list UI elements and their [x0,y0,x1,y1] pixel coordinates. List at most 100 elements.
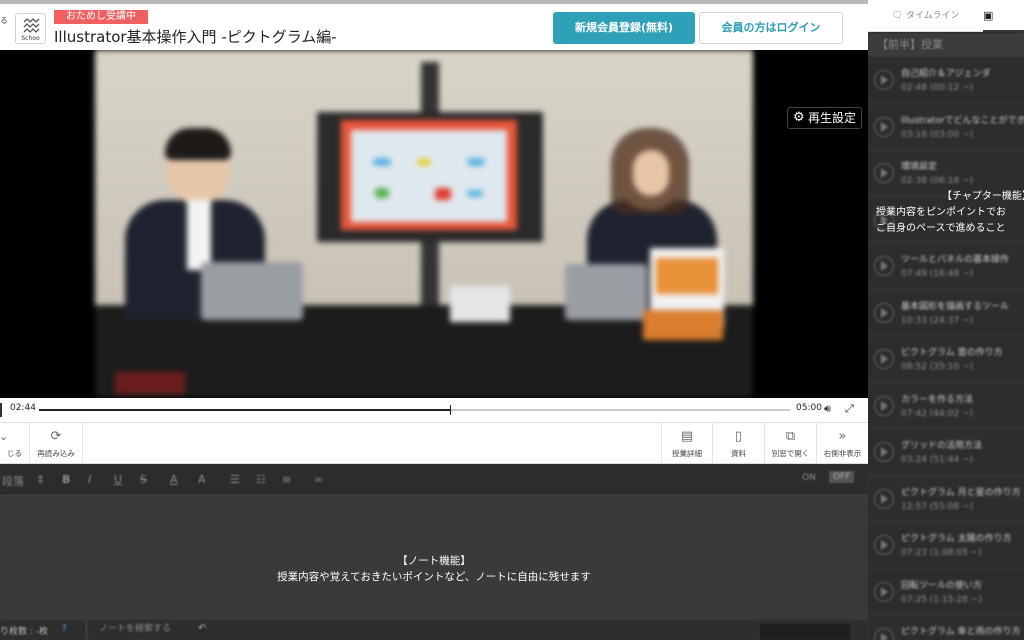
login-button[interactable]: 会員の方はログイン [699,12,843,44]
lesson-detail-label: 授業詳細 [672,449,702,458]
toggle-off-label[interactable]: OFF [829,471,855,483]
highlight-button[interactable]: A [198,473,206,486]
chapter-item[interactable]: 基本図形を描画するツール 10:33 (24:37 ~) [868,290,1024,336]
play-circle-icon[interactable] [874,395,894,416]
chapter-time: 08:52 (35:10 ~) [901,362,974,372]
play-circle-icon[interactable] [874,256,894,276]
chapter-title: ピクトグラム 傘と雨の作り方 [901,627,1021,637]
play-circle-icon[interactable] [874,349,894,369]
close-button[interactable]: ⌄ じる [0,423,30,465]
italic-button[interactable]: I [88,473,91,486]
chapter-item[interactable]: グリッドの活用方法 03:24 (51:44 ~) [868,429,1024,476]
play-circle-icon[interactable] [874,302,894,323]
total-time: 05:00 [796,403,822,413]
note-area[interactable]: 段落 ⇕ B I U S A A ☰ ☷ ≡ ∞ ON OFF 【ノート機能】 … [0,464,868,640]
chapter-section-header: 【前半】授業 [868,33,1024,57]
fullscreen-icon[interactable]: ⤢ [845,402,854,416]
chapter-title: 自己紹介＆アジェンダ [901,69,991,79]
playback-settings-button[interactable]: ⚙ 再生設定 [787,107,862,129]
reload-button[interactable]: ⟳ 再読み込み [30,423,83,465]
play-circle-icon[interactable] [874,535,894,555]
film-icon: ▣ [983,9,994,22]
tab-timeline-label: タイムライン [905,11,960,21]
play-circle-icon[interactable] [874,581,894,602]
seek-thumb[interactable] [449,405,451,415]
paragraph-select-arrow-icon: ⇕ [36,473,46,486]
app-root: る Schoo おためし受講中 Illustrator基本操作入門 -ピクトグラ… [0,0,1024,640]
chapter-item[interactable]: Illustratorでどんなことができ 03:18 (03:00 ~) [868,104,1024,150]
schoo-logo[interactable]: Schoo [15,13,46,44]
chapter-time: 07:42 (44:02 ~) [901,408,974,419]
signup-button[interactable]: 新規会員登録(無料) [553,12,695,44]
chapter-item[interactable]: カラーを作る方法 07:42 (44:02 ~) [868,383,1024,429]
tab-timeline[interactable]: 🗨︎ タイムライン [868,0,983,32]
toggle-on-label[interactable]: ON [802,473,816,483]
lesson-detail-button[interactable]: ▤ 授業詳細 [661,423,713,465]
chapter-item[interactable]: ピクトグラム 雲の作り方 08:52 (35:10 ~) [868,336,1024,383]
chapter-item[interactable]: ピクトグラム 傘と雨の作り方 [868,615,1024,640]
paragraph-select[interactable]: 段落 [2,473,24,489]
video-player[interactable]: ⚙ 再生設定 [0,50,868,398]
chapter-time: 02:48 (00:12 ~) [901,83,974,93]
chapter-title: ピクトグラム 太陽の作り方 [901,534,1012,544]
note-feature-description: 授業内容や覚えておきたいポイントなど、ノートに自由に残せます [277,571,591,583]
gear-icon: ⚙ [793,110,805,125]
materials-button[interactable]: ▯ 資料 [713,423,765,465]
external-link-icon: ⧉ [785,429,796,444]
link-icon[interactable]: ∞ [314,473,323,486]
comment-icon: 🗨︎ [891,11,906,21]
chapter-title: グリッドの活用方法 [901,441,983,451]
chapter-item[interactable]: ピクトグラム 月と星の作り方 12:57 (55:08 ~) [868,476,1024,522]
reload-label: 再読み込み [37,449,75,458]
note-feature-message: 【ノート機能】 授業内容や覚えておきたいポイントなど、ノートに自由に残せます [0,553,868,585]
help-icon[interactable]: ? [62,624,67,634]
play-circle-icon[interactable] [874,116,894,137]
chapter-item[interactable]: ピクトグラム 太陽の作り方 07:23 (1:08:05 ~) [868,522,1024,569]
hide-right-panel-button[interactable]: » 右側非表示 [817,423,868,465]
strikethrough-button[interactable]: S [140,473,147,486]
play-circle-icon[interactable] [874,628,894,640]
font-color-button[interactable]: A [170,473,178,486]
play-circle-icon[interactable] [874,442,894,462]
chapter-title: Illustratorでどんなことができ [901,115,1024,126]
chapter-feature-line2: ご自身のペースで進めること [876,223,1006,234]
play-circle-icon[interactable] [874,163,894,183]
seek-bar[interactable]: 02:44 05:00 🔊︎ ⤢ [0,398,868,422]
chapter-title: 回転ツールの使い方 [901,580,983,591]
chapter-title: カラーを作る方法 [901,394,974,405]
current-time: 02:44 [10,403,36,413]
chapter-feature-overlay: 【チャプター機能】 授業内容をピンポイントでお ご自身のペースで進めること [876,189,1024,237]
ordered-list-icon[interactable]: ☰ [230,473,240,486]
chapter-list: 自己紹介＆アジェンダ 02:48 (00:12 ~) Illustratorでどんな… [868,57,1024,640]
tab-chapters[interactable]: ▣ [983,0,1024,32]
open-new-window-button[interactable]: ⧉ 別窓で開く [765,423,817,465]
underline-button[interactable]: U [114,473,122,486]
unordered-list-icon[interactable]: ☷ [256,473,266,486]
note-submit-button[interactable] [760,624,850,640]
note-footer: り枚数 : -枚 ? ノートを検索する ↶ [0,620,868,640]
right-panel: 🗨︎ タイムライン ▣ 【前半】授業 自己紹介＆アジェンダ 02:48 (00:1… [868,0,1024,640]
play-pause-icon[interactable] [0,403,2,417]
trial-badge: おためし受講中 [54,10,148,24]
seek-track[interactable] [39,405,790,415]
volume-icon[interactable]: 🔊︎ [824,402,831,416]
seek-progress-fill [39,409,450,411]
open-new-window-label: 別窓で開く [771,449,810,458]
chapter-time: 10:33 (24:37 ~) [901,315,974,326]
chapter-item[interactable]: 自己紹介＆アジェンダ 02:48 (00:12 ~) [868,57,1024,104]
play-circle-icon[interactable] [874,488,894,509]
close-label: じる [7,449,22,458]
chapter-time: 03:24 (51:44 ~) [901,455,974,465]
note-search-input[interactable]: ノートを検索する [86,621,186,639]
chapter-time: 07:49 (16:48 ~) [901,269,974,279]
chapter-item[interactable]: ツールとパネルの基本操作 07:49 (16:48 ~) [868,243,1024,290]
undo-icon[interactable]: ↶ [198,623,206,634]
bold-button[interactable]: B [62,473,70,486]
chapter-item[interactable]: 回転ツールの使い方 07:25 (1:15:28 ~) [868,569,1024,615]
note-feature-title: 【ノート機能】 [397,555,471,567]
video-frame [95,50,753,398]
align-icon[interactable]: ≡ [282,473,291,486]
chapter-title: 環境設定 [901,162,938,172]
play-circle-icon[interactable] [874,70,894,90]
chapter-time: 02:38 (06:18 ~) [901,176,974,186]
